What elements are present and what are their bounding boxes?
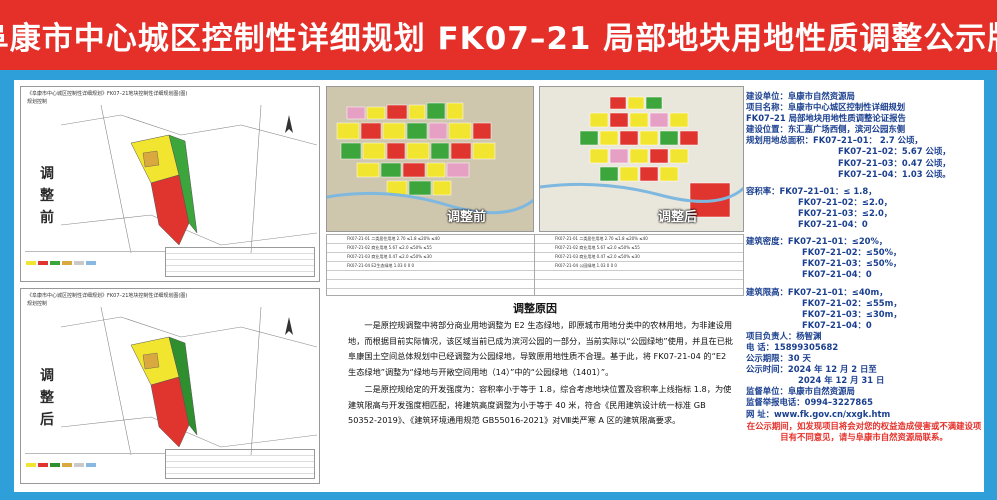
indicator-comparison-table: FK07-21-01 二类居住用地 2.70 ≤1.8 ≤20% ≤40 FK0… <box>326 234 744 296</box>
plan-before-panel: 《阜康市中心城区控制性详细规划》FK07–21地块控制性详细规划图(图) 规划控… <box>20 86 320 282</box>
plan-after-small-table <box>165 449 315 479</box>
reasons-title: 调整原因 <box>513 302 557 315</box>
plan-after-legend <box>25 453 165 479</box>
project-value-1: 阜康市中心城区控制性详细规划 <box>787 102 906 113</box>
land-use-map-before: 调整前 <box>326 86 534 232</box>
project-value-2: FK07–21 局部地块用地性质调整论证报告 <box>746 113 906 124</box>
phone-row: 电 话：15899305682 <box>746 341 839 352</box>
far-4: FK07–21–04：0 <box>798 219 868 230</box>
reason-paragraph-2: 二是原控规给定的开发强度为：容积率小于等于 1.8，综合考虑地块位置及容积率上线… <box>348 384 732 425</box>
project-info: 建设单位：阜康市自然资源局 项目名称：阜康市中心城区控制性详细规划 FK07–2… <box>746 91 982 443</box>
land-use-map-before-graphic <box>327 87 533 231</box>
location-value: 东汇嘉广场西侧，滨河公园东侧 <box>787 124 906 135</box>
plan-after-side-label: 调整后 <box>40 368 54 428</box>
table-row: FK07-21-01 二类居住用地 2.70 ≤1.8 ≤20% ≤40 <box>535 235 743 244</box>
table-row <box>327 280 534 289</box>
plan-before-side-label: 调整前 <box>40 166 54 226</box>
reason-paragraph-1: 一是原控规调整中将部分商业用地调整为 E2 生态绿地，即原城市用地分类中的农林用… <box>348 320 734 377</box>
plan-after-subheading: 规划控制 <box>27 301 48 307</box>
website-row: 网 址：www.fk.gov.cn/xxgk.htm <box>746 408 891 419</box>
table-row: FK07-21-01 二类居住用地 2.70 ≤1.8 ≤20% ≤40 <box>327 235 534 244</box>
indicator-table-after: FK07-21-01 二类居住用地 2.70 ≤1.8 ≤20% ≤40 FK0… <box>535 235 743 295</box>
map-before-label: 调整前 <box>447 210 487 225</box>
plan-before-heading: 《阜康市中心城区控制性详细规划》FK07–21地块控制性详细规划图(图) <box>27 91 188 97</box>
density-4: FK07–21–04：0 <box>802 269 872 280</box>
period-row: 公示期限：30 天 <box>746 353 811 364</box>
density-row: 建筑密度：FK07–21–01：≤20%， <box>746 236 888 247</box>
land-use-map-after-graphic <box>540 87 743 231</box>
land-use-map-after: 调整后 <box>539 86 744 232</box>
notice-board: 《阜康市中心城区控制性详细规划》FK07–21地块控制性详细规划图(图) 规划控… <box>14 80 984 492</box>
table-row: FK07-21-04 公园绿地 1.03 0 0 0 <box>535 262 743 271</box>
table-row <box>535 280 743 289</box>
builder-row: 建设单位：阜康市自然资源局 <box>746 91 855 101</box>
indicator-table-before: FK07-21-01 二类居住用地 2.70 ≤1.8 ≤20% ≤40 FK0… <box>327 235 535 295</box>
table-row: FK07-21-03 商业用地 0.47 ≤2.0 ≤50% ≤30 <box>535 253 743 262</box>
far-3: FK07–21–03：≤2.0， <box>798 207 893 218</box>
table-row: FK07-21-03 商业用地 0.47 ≤2.0 ≤50% ≤30 <box>327 253 534 262</box>
page-title: 阜康市中心城区控制性详细规划 FK07–21 局部地块用地性质调整公示牌 <box>0 20 997 57</box>
table-row: FK07-21-04 E2生态绿地 1.03 0 0 0 <box>327 262 534 271</box>
plan-before-small-table <box>165 247 315 277</box>
header-banner: 阜康市中心城区控制性详细规划 FK07–21 局部地块用地性质调整公示牌 <box>0 0 997 70</box>
far-2: FK07–21–02：≤2.0， <box>798 196 893 207</box>
manager-row: 项目负责人：杨智渊 <box>746 330 822 341</box>
table-row <box>327 271 534 280</box>
project-row: 项目名称：阜康市中心城区控制性详细规划 <box>746 102 906 113</box>
plan-before-map <box>61 105 317 253</box>
area-2: FK07–21–02：5.67 公顷， <box>838 146 951 157</box>
adjustment-reasons: 调整原因 一是原控规调整中将部分商业用地调整为 E2 生态绿地，即原城市用地分类… <box>326 298 744 488</box>
website-link[interactable]: www.fk.gov.cn/xxgk.htm <box>774 409 890 419</box>
time-row-2: 2024 年 12 月 31 日 <box>798 375 885 386</box>
plan-before-subheading: 规划控制 <box>27 99 48 105</box>
density-2: FK07–21–02：≤50%， <box>802 247 902 258</box>
plan-after-panel: 《阜康市中心城区控制性详细规划》FK07–21地块控制性详细规划图(图) 规划控… <box>20 288 320 484</box>
area-3: FK07–21–03：0.47 公顷， <box>838 157 951 168</box>
density-3: FK07–21–03：≤50%， <box>802 258 902 269</box>
plan-after-heading: 《阜康市中心城区控制性详细规划》FK07–21地块控制性详细规划图(图) <box>27 293 188 299</box>
report-row: 监督举报电话：0994–3227865 <box>746 397 873 408</box>
height-row: 建筑限高：FK07–21–01：≤40m， <box>746 286 888 297</box>
table-row: FK07-21-02 商业用地 5.67 ≤2.0 ≤50% ≤55 <box>327 244 534 253</box>
builder-value: 阜康市自然资源局 <box>787 91 855 101</box>
area-row: 规划用地总面积：FK07–21–01： 2.7 公顷， <box>746 135 923 146</box>
area-4: FK07–21–04：1.03 公顷。 <box>838 168 951 179</box>
height-2: FK07–21–02：≤55m， <box>802 297 902 308</box>
supervisor-row: 监督单位：阜康市自然资源局 <box>746 386 855 397</box>
height-3: FK07–21–03：≤30m， <box>802 308 902 319</box>
table-row: FK07-21-02 商业用地 5.67 ≤2.0 ≤50% ≤55 <box>535 244 743 253</box>
plan-before-legend <box>25 251 165 277</box>
location-row: 建设位置：东汇嘉广场西侧，滨河公园东侧 <box>746 124 906 135</box>
plan-after-map <box>61 307 317 455</box>
public-notice-warning: 在公示期间，如发现项目将会对您的权益造成侵害或不满建设项目有不同意见，请与阜康市… <box>746 420 982 442</box>
far-row: 容积率：FK07–21–01：≤ 1.8， <box>746 185 877 196</box>
time-row: 公示时间：2024 年 12 月 2 日至 <box>746 364 877 375</box>
height-4: FK07–21–04：0 <box>802 319 872 330</box>
table-row <box>535 271 743 280</box>
map-after-label: 调整后 <box>658 210 698 225</box>
